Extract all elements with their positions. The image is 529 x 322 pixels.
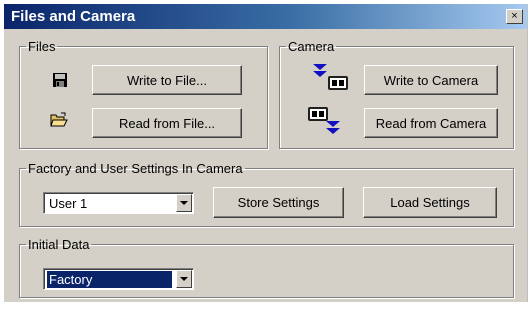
- settings-legend: Factory and User Settings In Camera: [28, 161, 243, 176]
- title-bar[interactable]: Files and Camera ×: [4, 4, 527, 29]
- camera-legend: Camera: [288, 39, 335, 54]
- initial-data-legend: Initial Data: [28, 237, 90, 252]
- files-and-camera-dialog: Files and Camera × Files Write to File..…: [4, 4, 528, 302]
- close-button[interactable]: ×: [506, 9, 523, 24]
- load-settings-button[interactable]: Load Settings: [363, 187, 497, 218]
- settings-select-value: User 1: [49, 196, 88, 211]
- window-title: Files and Camera: [11, 8, 136, 25]
- initial-data-select[interactable]: Factory: [43, 268, 194, 290]
- settings-select[interactable]: User 1: [43, 192, 194, 214]
- read-from-file-button[interactable]: Read from File...: [92, 108, 242, 138]
- read-from-camera-button[interactable]: Read from Camera: [364, 108, 498, 138]
- save-icon: [53, 73, 67, 87]
- chevron-down-icon[interactable]: [176, 270, 192, 288]
- store-settings-button[interactable]: Store Settings: [213, 187, 344, 218]
- open-folder-icon: [50, 112, 68, 127]
- write-to-camera-button[interactable]: Write to Camera: [364, 65, 498, 95]
- chevron-down-icon[interactable]: [176, 194, 192, 212]
- files-legend: Files: [28, 39, 56, 54]
- write-to-file-button[interactable]: Write to File...: [92, 65, 242, 95]
- initial-data-select-value: Factory: [47, 271, 172, 288]
- camera-download-icon: [313, 64, 348, 90]
- camera-upload-icon: [308, 107, 340, 134]
- close-icon: ×: [511, 10, 518, 22]
